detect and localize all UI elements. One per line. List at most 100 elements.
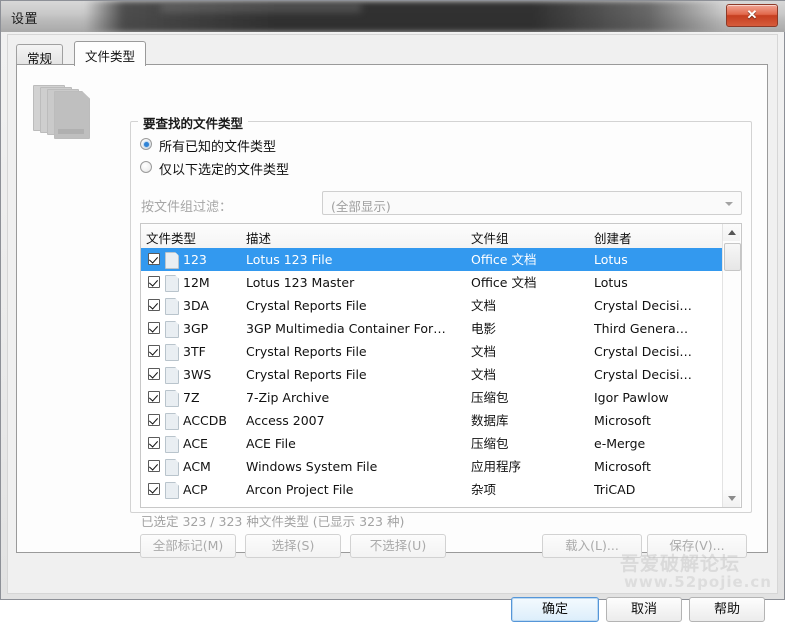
- file-icon: [165, 275, 179, 292]
- cell-creator: Crystal Decisi…: [594, 367, 692, 382]
- table-row[interactable]: ACP Arcon Project File 杂项 TriCAD: [141, 478, 724, 501]
- filter-by-group-label: 按文件组过滤：: [141, 200, 233, 215]
- tab-general[interactable]: 常规: [16, 44, 64, 66]
- table-row[interactable]: 3GP 3GP Multimedia Container For… 电影 Third …: [141, 317, 724, 340]
- file-icon: [165, 413, 179, 430]
- row-checkbox[interactable]: [148, 391, 160, 403]
- load-button[interactable]: 载入(L)...: [542, 534, 642, 558]
- triangle-up-icon: [728, 230, 736, 235]
- cell-file-group: 杂项: [471, 482, 497, 497]
- cell-file-type: ACM: [183, 459, 211, 474]
- window-title: 设置: [11, 12, 39, 27]
- cell-description: 3GP Multimedia Container For…: [246, 321, 446, 336]
- cell-description: Crystal Reports File: [246, 367, 367, 382]
- radio-only-selected-label: 仅以下选定的文件类型: [159, 163, 290, 178]
- row-checkbox[interactable]: [148, 483, 160, 495]
- cell-description: ACE File: [246, 436, 296, 451]
- row-checkbox[interactable]: [148, 460, 160, 472]
- filter-by-group-combobox[interactable]: (全部显示): [322, 191, 742, 215]
- filter-combobox-value: (全部显示): [331, 199, 391, 214]
- row-checkbox[interactable]: [148, 414, 160, 426]
- file-icon: [165, 367, 179, 384]
- cell-description: Crystal Reports File: [246, 298, 367, 313]
- table-row[interactable]: 7Z 7-Zip Archive 压缩包 Igor Pawlow: [141, 386, 724, 409]
- document-stack-icon: [33, 83, 97, 141]
- file-icon: [165, 321, 179, 338]
- table-row[interactable]: 123 Lotus 123 File Office 文档 Lotus: [141, 248, 724, 271]
- file-icon: [165, 252, 179, 269]
- cell-creator: TriCAD: [594, 482, 636, 497]
- table-row[interactable]: ACE ACE File 压缩包 e-Merge: [141, 432, 724, 455]
- title-bar: 设置 ✕: [1, 1, 785, 32]
- file-icon: [165, 390, 179, 407]
- unselect-button[interactable]: 不选择(U): [350, 534, 446, 558]
- row-checkbox[interactable]: [148, 368, 160, 380]
- row-checkbox[interactable]: [148, 437, 160, 449]
- settings-dialog-window: 设置 ✕ 常规 文件类型 要查找的文件类型 所有已知的文件类型 仅以下选定的文件…: [0, 0, 785, 622]
- tab-file-types[interactable]: 文件类型: [74, 41, 147, 66]
- column-header-description[interactable]: 描述: [241, 224, 466, 248]
- cell-file-group: 应用程序: [471, 459, 522, 474]
- table-body: 123 Lotus 123 File Office 文档 Lotus 12M Lotus …: [141, 248, 724, 507]
- radio-all-known-label: 所有已知的文件类型: [159, 140, 277, 155]
- cell-file-type: 3TF: [183, 344, 206, 359]
- table-row[interactable]: ACM Windows System File 应用程序 Microsoft: [141, 455, 724, 478]
- cell-file-group: 数据库: [471, 413, 509, 428]
- cell-file-type: 123: [183, 252, 207, 267]
- chevron-down-icon: [725, 202, 733, 206]
- row-checkbox[interactable]: [148, 253, 160, 265]
- selection-status-text: 已选定 323 / 323 种文件类型 (已显示 323 种): [141, 514, 405, 529]
- ok-button[interactable]: 确定: [511, 597, 599, 622]
- row-checkbox[interactable]: [148, 345, 160, 357]
- cell-file-group: 文档: [471, 367, 497, 382]
- file-types-table: 文件类型 描述 文件组 创建者 123 Lotus 123 File Office …: [140, 223, 742, 508]
- table-row[interactable]: 12M Lotus 123 Master Office 文档 Lotus: [141, 271, 724, 294]
- file-icon: [165, 459, 179, 476]
- cell-file-group: Office 文档: [471, 252, 537, 267]
- cell-file-type: 3DA: [183, 298, 209, 313]
- cell-file-type: 7Z: [183, 390, 200, 405]
- cell-creator: Lotus: [594, 252, 628, 267]
- column-header-file-type[interactable]: 文件类型: [141, 224, 241, 248]
- cell-file-group: 文档: [471, 344, 497, 359]
- cell-creator: Microsoft: [594, 413, 651, 428]
- save-button[interactable]: 保存(V)...: [647, 534, 747, 558]
- close-button[interactable]: ✕: [726, 4, 778, 27]
- cell-creator: Crystal Decisi…: [594, 344, 692, 359]
- cell-description: Windows System File: [246, 459, 378, 474]
- radio-icon-checked: [140, 138, 152, 150]
- file-icon: [165, 482, 179, 499]
- cell-creator: Third Genera…: [594, 321, 689, 336]
- table-row[interactable]: ACCDB Access 2007 数据库 Microsoft: [141, 409, 724, 432]
- column-header-creator[interactable]: 创建者: [589, 224, 724, 248]
- cancel-button[interactable]: 取消: [606, 597, 682, 622]
- file-icon: [165, 344, 179, 361]
- cell-description: 7-Zip Archive: [246, 390, 330, 405]
- row-checkbox[interactable]: [148, 322, 160, 334]
- cell-description: Access 2007: [246, 413, 325, 428]
- scroll-up-button[interactable]: [723, 224, 740, 241]
- table-vertical-scrollbar[interactable]: [722, 224, 741, 507]
- column-header-file-group[interactable]: 文件组: [466, 224, 589, 248]
- help-button[interactable]: 帮助: [689, 597, 765, 622]
- table-header-row: 文件类型 描述 文件组 创建者: [141, 224, 741, 249]
- row-checkbox[interactable]: [148, 276, 160, 288]
- select-button[interactable]: 选择(S): [245, 534, 341, 558]
- dialog-client-area: 常规 文件类型 要查找的文件类型 所有已知的文件类型 仅以下选定的文件类型 按文…: [7, 34, 778, 622]
- scroll-down-button[interactable]: [723, 490, 740, 507]
- table-row[interactable]: 3TF Crystal Reports File 文档 Crystal Decisi…: [141, 340, 724, 363]
- cell-description: Crystal Reports File: [246, 344, 367, 359]
- cell-creator: Lotus: [594, 275, 628, 290]
- cell-file-type: ACCDB: [183, 413, 227, 428]
- cell-description: Arcon Project File: [246, 482, 354, 497]
- table-row[interactable]: 3DA Crystal Reports File 文档 Crystal Decisi…: [141, 294, 724, 317]
- cell-creator: Igor Pawlow: [594, 390, 669, 405]
- scrollbar-thumb[interactable]: [724, 243, 741, 271]
- table-row[interactable]: 3WS Crystal Reports File 文档 Crystal Decisi…: [141, 363, 724, 386]
- row-checkbox[interactable]: [148, 299, 160, 311]
- mark-all-button[interactable]: 全部标记(M): [140, 534, 236, 558]
- cell-file-type: 12M: [183, 275, 210, 290]
- cell-file-type: ACE: [183, 436, 208, 451]
- cell-file-group: 压缩包: [471, 390, 509, 405]
- cell-file-type: ACP: [183, 482, 208, 497]
